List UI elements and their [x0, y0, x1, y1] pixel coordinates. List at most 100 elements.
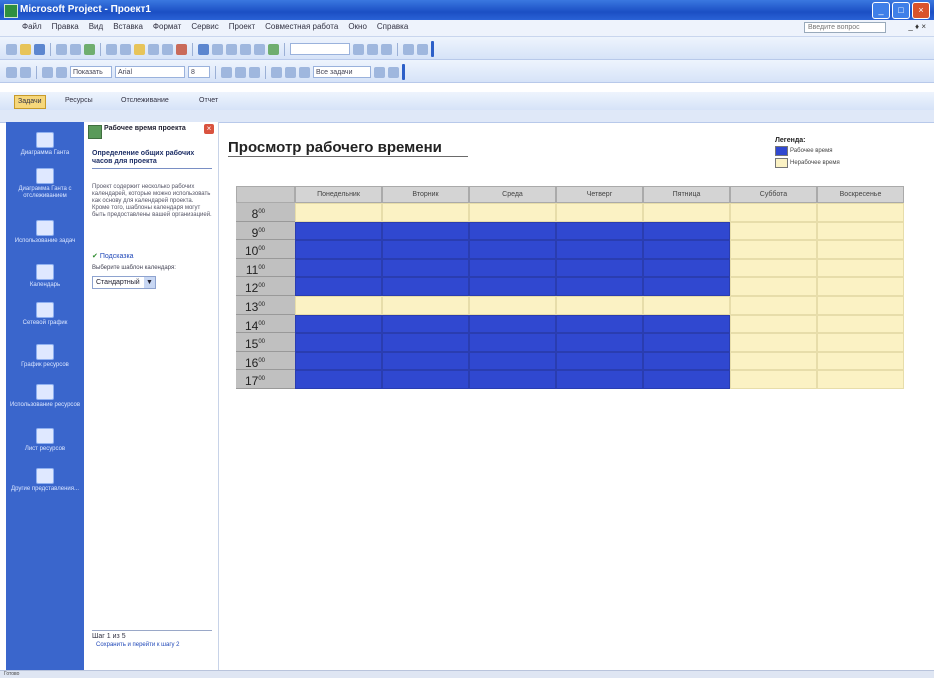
new-icon[interactable]	[6, 43, 17, 55]
open-icon[interactable]	[20, 43, 31, 55]
save-icon[interactable]	[34, 43, 45, 55]
working-time-cell[interactable]	[295, 277, 382, 296]
nonworking-time-cell[interactable]	[817, 314, 904, 334]
view-more-views[interactable]: Другие представления...	[6, 468, 84, 493]
nonworking-time-cell[interactable]	[469, 296, 556, 315]
copy-icon[interactable]	[120, 43, 131, 55]
nonworking-time-cell[interactable]	[643, 296, 730, 315]
nonworking-time-cell[interactable]	[730, 296, 817, 315]
hide-subtasks-icon[interactable]	[56, 66, 67, 78]
calendar-template-select[interactable]: Стандартный ▼	[92, 276, 156, 289]
copy-picture-icon[interactable]	[403, 43, 414, 55]
assign-resources-icon[interactable]	[268, 43, 279, 55]
working-time-cell[interactable]	[556, 370, 643, 389]
working-time-cell[interactable]	[382, 258, 469, 278]
goto-task-icon[interactable]	[381, 43, 392, 55]
pane-close-button[interactable]: ×	[204, 124, 214, 134]
filter-dropdown[interactable]: Все задачи	[313, 66, 371, 78]
working-time-cell[interactable]	[556, 314, 643, 334]
nonworking-time-cell[interactable]	[817, 203, 904, 222]
nonworking-time-cell[interactable]	[730, 370, 817, 389]
working-time-cell[interactable]	[295, 351, 382, 371]
nonworking-time-cell[interactable]	[817, 370, 904, 389]
working-time-cell[interactable]	[643, 258, 730, 278]
split-task-icon[interactable]	[226, 43, 237, 55]
nonworking-time-cell[interactable]	[730, 351, 817, 371]
show-subtasks-icon[interactable]	[42, 66, 53, 78]
paste-icon[interactable]	[134, 43, 145, 55]
align-center-icon[interactable]	[285, 66, 296, 78]
working-time-cell[interactable]	[556, 277, 643, 296]
hint-link[interactable]: ✔ Подсказка	[92, 252, 134, 260]
working-time-cell[interactable]	[643, 277, 730, 296]
working-time-cell[interactable]	[469, 370, 556, 389]
working-time-cell[interactable]	[295, 370, 382, 389]
working-time-cell[interactable]	[295, 221, 382, 241]
print-icon[interactable]	[56, 43, 67, 55]
spelling-icon[interactable]	[84, 43, 95, 55]
nonworking-time-cell[interactable]	[730, 277, 817, 296]
italic-icon[interactable]	[235, 66, 246, 78]
working-time-cell[interactable]	[643, 370, 730, 389]
working-time-cell[interactable]	[469, 258, 556, 278]
maximize-button[interactable]: □	[892, 2, 910, 19]
nonworking-time-cell[interactable]	[730, 221, 817, 241]
nonworking-time-cell[interactable]	[469, 203, 556, 222]
align-left-icon[interactable]	[271, 66, 282, 78]
working-time-cell[interactable]	[382, 333, 469, 352]
working-time-cell[interactable]	[643, 333, 730, 352]
working-time-cell[interactable]	[469, 221, 556, 241]
unlink-tasks-icon[interactable]	[212, 43, 223, 55]
view-resource-graph[interactable]: График ресурсов	[6, 344, 84, 369]
guide-tab-report[interactable]: Отчет	[196, 95, 221, 107]
view-tracking-gantt[interactable]: Диаграмма Ганта с отслеживанием	[6, 168, 84, 200]
task-notes-icon[interactable]	[254, 43, 265, 55]
cut-icon[interactable]	[106, 43, 117, 55]
working-time-cell[interactable]	[556, 351, 643, 371]
working-time-cell[interactable]	[295, 258, 382, 278]
menu-help[interactable]: Справка	[377, 22, 408, 31]
working-time-cell[interactable]	[556, 333, 643, 352]
working-time-cell[interactable]	[643, 221, 730, 241]
gantt-wizard-icon[interactable]	[388, 66, 399, 78]
working-time-cell[interactable]	[382, 370, 469, 389]
working-time-cell[interactable]	[643, 240, 730, 259]
working-time-cell[interactable]	[469, 314, 556, 334]
menu-view[interactable]: Вид	[89, 22, 103, 31]
working-time-cell[interactable]	[382, 351, 469, 371]
bold-icon[interactable]	[221, 66, 232, 78]
working-time-cell[interactable]	[295, 333, 382, 352]
link-tasks-icon[interactable]	[198, 43, 209, 55]
document-window-controls[interactable]: _ ♦ ×	[908, 22, 926, 31]
format-painter-icon[interactable]	[148, 43, 159, 55]
view-task-usage[interactable]: Использование задач	[6, 220, 84, 245]
nonworking-time-cell[interactable]	[556, 203, 643, 222]
menu-project[interactable]: Проект	[229, 22, 255, 31]
menu-edit[interactable]: Правка	[52, 22, 79, 31]
undo-icon[interactable]	[162, 43, 173, 55]
working-time-cell[interactable]	[469, 240, 556, 259]
menu-insert[interactable]: Вставка	[113, 22, 143, 31]
nonworking-time-cell[interactable]	[817, 296, 904, 315]
font-size-dropdown[interactable]: 8	[188, 66, 210, 78]
nonworking-time-cell[interactable]	[730, 203, 817, 222]
view-calendar[interactable]: Календарь	[6, 264, 84, 289]
view-resource-sheet[interactable]: Лист ресурсов	[6, 428, 84, 453]
working-time-cell[interactable]	[556, 240, 643, 259]
nonworking-time-cell[interactable]	[730, 240, 817, 259]
working-time-cell[interactable]	[469, 333, 556, 352]
guide-tab-tracking[interactable]: Отслеживание	[118, 95, 172, 107]
menu-file[interactable]: Файл	[22, 22, 42, 31]
nonworking-time-cell[interactable]	[817, 277, 904, 296]
working-time-cell[interactable]	[469, 277, 556, 296]
outdent-icon[interactable]	[6, 66, 17, 78]
nonworking-time-cell[interactable]	[295, 296, 382, 315]
working-time-cell[interactable]	[382, 314, 469, 334]
nonworking-time-cell[interactable]	[730, 333, 817, 352]
nonworking-time-cell[interactable]	[817, 258, 904, 278]
view-resource-usage[interactable]: Использование ресурсов	[6, 384, 84, 409]
working-time-cell[interactable]	[556, 221, 643, 241]
working-time-cell[interactable]	[643, 314, 730, 334]
working-time-cell[interactable]	[295, 240, 382, 259]
minimize-button[interactable]: _	[872, 2, 890, 19]
